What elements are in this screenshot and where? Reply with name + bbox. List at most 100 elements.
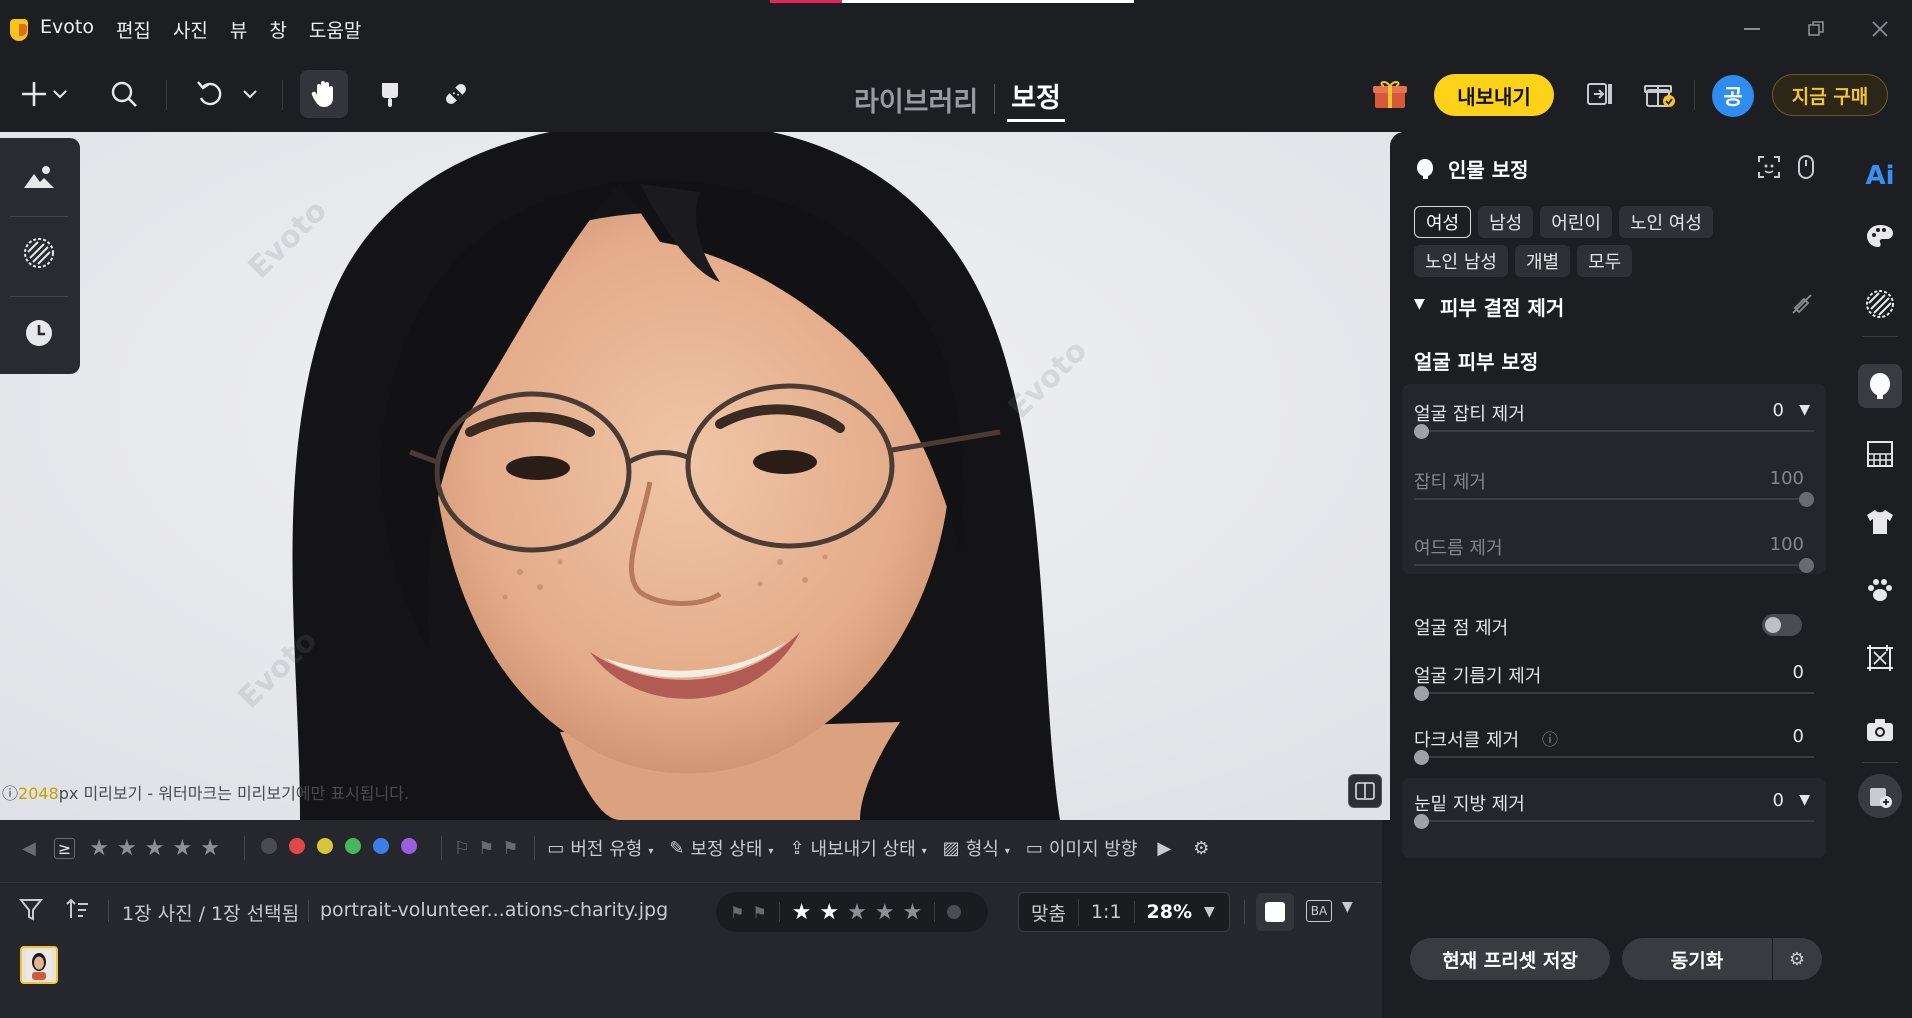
color-label-dot[interactable] (316, 837, 333, 854)
history-clock-icon[interactable] (18, 312, 60, 354)
save-preset-button[interactable]: 현재 프리셋 저장 (1410, 938, 1610, 980)
collapse-triangle-icon[interactable]: ▼ (1414, 296, 1425, 312)
zoom-1-1-button[interactable]: 1:1 (1079, 901, 1135, 923)
filter-funnel-icon[interactable] (18, 896, 44, 927)
slider-value[interactable]: 100 (1770, 534, 1804, 555)
minimize-icon[interactable] (1720, 0, 1784, 58)
export-button[interactable]: 내보내기 (1434, 74, 1554, 116)
restore-icon[interactable] (1784, 0, 1848, 58)
search-icon[interactable] (100, 70, 148, 118)
scroll-right-icon[interactable]: ▶ (1157, 838, 1171, 859)
slider-value[interactable]: 0 (1793, 662, 1804, 683)
help-icon[interactable]: ⓘ (1542, 726, 1558, 750)
face-detect-icon[interactable] (1756, 154, 1782, 184)
flag-icon[interactable]: ⚐ (454, 838, 470, 859)
preset-chip[interactable]: 개별 (1514, 245, 1571, 277)
star-icon[interactable]: ★ (89, 836, 109, 861)
sort-icon[interactable] (64, 896, 90, 927)
preset-chip[interactable]: 노인 남성 (1414, 245, 1508, 277)
color-label-dot[interactable] (372, 837, 389, 854)
preset-chip[interactable]: 모두 (1577, 245, 1633, 277)
before-after-icon[interactable]: BA (1306, 900, 1332, 922)
zoom-level[interactable]: 28% (1135, 901, 1204, 923)
flag-rejected-icon[interactable]: ⚑ (752, 903, 766, 922)
pet-paw-icon[interactable] (1858, 568, 1902, 612)
format-filter[interactable]: 형식 (966, 835, 999, 861)
healing-bandage-icon[interactable] (432, 70, 480, 118)
star-icon[interactable]: ★ (117, 836, 137, 861)
sync-button[interactable]: 동기화 ⚙ (1622, 938, 1822, 980)
tab-retouch[interactable]: 보정 (1007, 76, 1065, 122)
color-label-dot[interactable] (400, 837, 417, 854)
star-icon[interactable]: ★ (875, 900, 895, 925)
add-dropdown-chevron-icon[interactable] (46, 70, 74, 118)
background-checker-icon[interactable] (1858, 432, 1902, 476)
rating-operator[interactable]: ≥ (53, 837, 76, 859)
star-icon[interactable]: ★ (819, 900, 839, 925)
tab-library[interactable]: 라이브러리 (850, 80, 982, 119)
photo-canvas[interactable]: Evoto Evoto Evoto ⓘ2048px 미리보기 - 워터마크는 미… (0, 132, 1402, 820)
export-status-filter[interactable]: 내보내기 상태 (811, 835, 916, 861)
star-icon[interactable]: ★ (200, 836, 220, 861)
preset-store-icon[interactable] (1858, 774, 1902, 818)
photo-star-rating[interactable]: ★ ★ ★ ★ ★ (792, 900, 931, 925)
menu-item-photo[interactable]: 사진 (173, 16, 208, 43)
color-label-dot[interactable] (288, 837, 305, 854)
panel-toggle-icon[interactable] (1576, 70, 1624, 118)
menu-item-window[interactable]: 창 (269, 16, 286, 43)
star-icon[interactable]: ★ (792, 900, 812, 925)
background-color-swatch[interactable] (1256, 893, 1294, 931)
sync-settings-icon[interactable]: ⚙ (1773, 949, 1821, 970)
orientation-filter[interactable]: 이미지 방향 (1049, 835, 1138, 861)
rating-filter-stars[interactable]: ★ ★ ★ ★ ★ (89, 836, 228, 861)
star-icon[interactable]: ★ (145, 836, 165, 861)
expand-triangle-icon[interactable]: ▼ (1799, 792, 1810, 808)
preset-chip[interactable]: 노인 여성 (1618, 206, 1713, 238)
star-icon[interactable]: ★ (847, 900, 867, 925)
scroll-left-icon[interactable]: ◀ (22, 838, 36, 859)
color-label-dot[interactable] (344, 837, 361, 854)
undo-history-chevron-icon[interactable] (236, 70, 264, 118)
close-icon[interactable] (1848, 0, 1912, 58)
color-label-dot[interactable] (260, 837, 277, 854)
photo-thumbnail[interactable] (20, 946, 58, 984)
filter-settings-icon[interactable]: ⚙ (1193, 838, 1209, 859)
menu-item-edit[interactable]: 편집 (116, 16, 151, 43)
preset-chip[interactable]: 어린이 (1540, 206, 1612, 238)
portrait-retouch-icon[interactable] (1858, 364, 1902, 408)
reset-icon[interactable] (1794, 154, 1818, 184)
crop-frame-icon[interactable] (1858, 636, 1902, 680)
flag-rejected-icon[interactable]: ⚑ (502, 838, 518, 859)
zoom-chevron-down-icon[interactable]: ▼ (1204, 904, 1215, 920)
menu-item-view[interactable]: 뷰 (230, 16, 247, 43)
view-options-chevron-icon[interactable]: ▼ (1342, 899, 1353, 915)
expand-triangle-icon[interactable]: ▼ (1799, 402, 1810, 418)
brush-tool-icon[interactable] (366, 70, 414, 118)
clothing-shirt-icon[interactable] (1858, 500, 1902, 544)
hand-tool-icon[interactable] (300, 70, 348, 118)
mask-tool-icon[interactable] (18, 232, 60, 274)
eraser-edit-icon[interactable] (1790, 292, 1814, 320)
color-label-icon[interactable] (947, 905, 962, 919)
preset-chip[interactable]: 남성 (1478, 206, 1534, 238)
zoom-fit-button[interactable]: 맞춤 (1019, 898, 1079, 926)
menu-item-help[interactable]: 도움말 (309, 16, 361, 43)
star-icon[interactable]: ★ (903, 900, 923, 925)
mask-hatch-icon[interactable] (1858, 282, 1902, 326)
flag-picked-icon[interactable]: ⚑ (478, 838, 494, 859)
mole-toggle-switch[interactable] (1762, 614, 1802, 636)
section-blemish-removal[interactable]: 피부 결점 제거 (1440, 292, 1564, 321)
landscape-tool-icon[interactable] (18, 156, 60, 198)
camera-icon[interactable] (1858, 708, 1902, 752)
gift-check-icon[interactable] (1636, 70, 1684, 118)
flag-icon[interactable]: ⚑ (730, 903, 744, 922)
version-type-filter[interactable]: 버전 유형 (570, 835, 642, 861)
ai-icon[interactable]: Ai (1858, 154, 1902, 198)
user-avatar[interactable]: 공 (1712, 75, 1754, 117)
preset-chip[interactable]: 여성 (1414, 206, 1472, 238)
edit-status-filter[interactable]: 보정 상태 (690, 835, 762, 861)
gift-box-icon[interactable] (1366, 70, 1414, 118)
before-after-compare-icon[interactable] (1348, 774, 1382, 808)
slider-value[interactable]: 0 (1773, 400, 1784, 421)
star-icon[interactable]: ★ (172, 836, 192, 861)
